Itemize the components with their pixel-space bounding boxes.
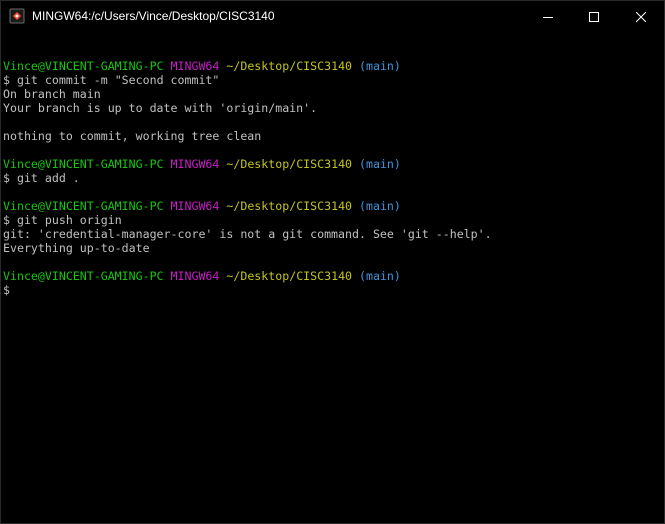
prompt-env: MINGW64 (170, 269, 220, 283)
output-text: Everything up-to-date (3, 241, 150, 255)
prompt-branch: (main) (359, 199, 401, 213)
git-bash-icon[interactable] (9, 8, 25, 24)
maximize-button[interactable] (571, 1, 617, 32)
output-line: git: 'credential-manager-core' is not a … (3, 227, 648, 241)
prompt-user: Vince@VINCENT-GAMING-PC (3, 157, 164, 171)
output-text: On branch main (3, 87, 101, 101)
command-line: $ (3, 283, 648, 297)
prompt-symbol: $ (3, 73, 10, 87)
window-title: MINGW64:/c/Users/Vince/Desktop/CISC3140 (32, 9, 275, 23)
prompt-line: Vince@VINCENT-GAMING-PC MINGW64 ~/Deskto… (3, 199, 648, 213)
output-line: Your branch is up to date with 'origin/m… (3, 101, 648, 115)
prompt-branch: (main) (359, 59, 401, 73)
command-text: git commit -m "Second commit" (16, 73, 220, 87)
prompt-path: ~/Desktop/CISC3140 (226, 59, 353, 73)
terminal-window: MINGW64:/c/Users/Vince/Desktop/CISC3140 … (0, 0, 665, 524)
prompt-user: Vince@VINCENT-GAMING-PC (3, 269, 164, 283)
prompt-symbol: $ (3, 213, 10, 227)
prompt-user: Vince@VINCENT-GAMING-PC (3, 59, 164, 73)
prompt-symbol: $ (3, 171, 10, 185)
prompt-branch: (main) (359, 269, 401, 283)
prompt-path: ~/Desktop/CISC3140 (226, 269, 353, 283)
command-text: git push origin (16, 213, 122, 227)
output-text: git: 'credential-manager-core' is not a … (3, 227, 492, 241)
prompt-env: MINGW64 (170, 157, 220, 171)
prompt-path: ~/Desktop/CISC3140 (226, 157, 353, 171)
command-line: $ git commit -m "Second commit" (3, 73, 648, 87)
command-line: $ git push origin (3, 213, 648, 227)
title-bar[interactable]: MINGW64:/c/Users/Vince/Desktop/CISC3140 (1, 1, 664, 32)
scrollbar[interactable] (649, 32, 664, 523)
prompt-env: MINGW64 (170, 199, 220, 213)
minimize-icon (543, 16, 553, 18)
prompt-symbol: $ (3, 283, 10, 297)
close-icon (636, 11, 646, 22)
prompt-line: Vince@VINCENT-GAMING-PC MINGW64 ~/Deskto… (3, 59, 648, 73)
output-line: Everything up-to-date (3, 241, 648, 255)
minimize-button[interactable] (525, 1, 571, 32)
terminal-output[interactable]: Vince@VINCENT-GAMING-PC MINGW64 ~/Deskto… (3, 45, 648, 521)
prompt-path: ~/Desktop/CISC3140 (226, 199, 353, 213)
output-text: Your branch is up to date with 'origin/m… (3, 101, 318, 115)
output-text: nothing to commit, working tree clean (3, 129, 262, 143)
output-line: nothing to commit, working tree clean (3, 129, 648, 143)
close-button[interactable] (618, 1, 664, 32)
prompt-user: Vince@VINCENT-GAMING-PC (3, 199, 164, 213)
command-line: $ git add . (3, 171, 648, 185)
prompt-line: Vince@VINCENT-GAMING-PC MINGW64 ~/Deskto… (3, 269, 648, 283)
output-line: On branch main (3, 87, 648, 101)
prompt-env: MINGW64 (170, 59, 220, 73)
maximize-icon (589, 11, 599, 22)
prompt-line: Vince@VINCENT-GAMING-PC MINGW64 ~/Deskto… (3, 157, 648, 171)
command-text: git add . (16, 171, 80, 185)
prompt-branch: (main) (359, 157, 401, 171)
